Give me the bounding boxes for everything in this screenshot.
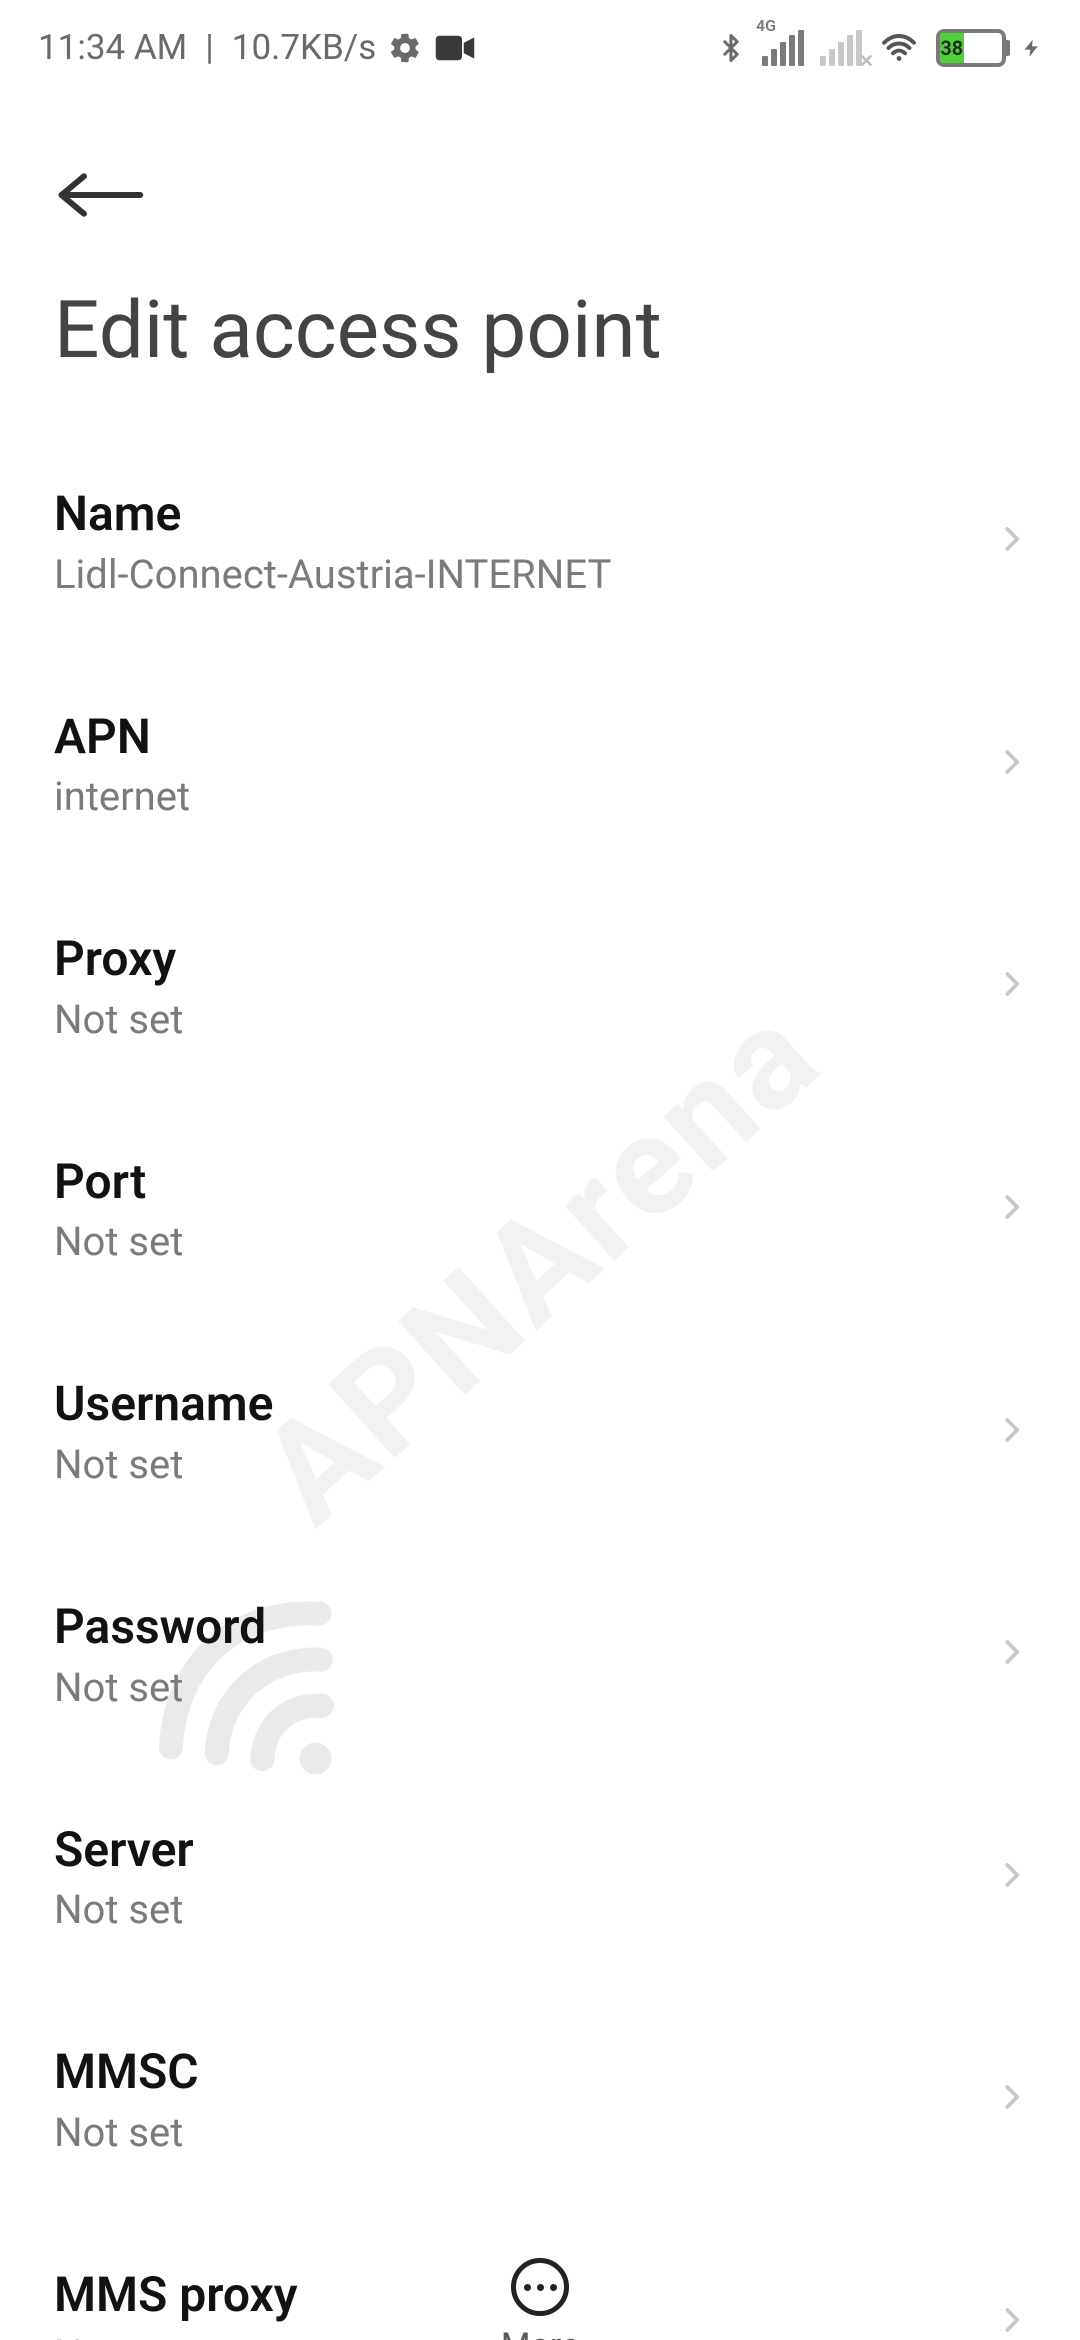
row-mmsc[interactable]: MMSC Not set (54, 2003, 1026, 2206)
battery-indicator: 38 (936, 29, 1006, 67)
chevron-right-icon (996, 2075, 1026, 2123)
signal-sim2: ✕ (820, 30, 862, 66)
settings-list: Name Lidl-Connect-Austria-INTERNET APN i… (0, 445, 1080, 2340)
row-value: Not set (54, 1441, 972, 1488)
row-value: Not set (54, 2109, 972, 2156)
status-network-speed: 10.7KB/s (232, 27, 377, 68)
chevron-right-icon (996, 1853, 1026, 1901)
chevron-right-icon (996, 962, 1026, 1010)
battery-percent: 38 (940, 33, 964, 63)
row-value: internet (54, 773, 972, 820)
row-value: Not set (54, 1886, 972, 1933)
row-label: Name (54, 485, 972, 543)
row-label: Password (54, 1598, 972, 1656)
bluetooth-icon (716, 28, 746, 68)
arrow-left-icon (54, 165, 144, 225)
signal-no-sim-icon: ✕ (859, 51, 874, 72)
row-password[interactable]: Password Not set (54, 1558, 1026, 1761)
more-label: More (501, 2326, 579, 2340)
camera-icon (434, 33, 476, 63)
row-label: Proxy (54, 930, 972, 988)
chevron-right-icon (996, 740, 1026, 788)
row-name[interactable]: Name Lidl-Connect-Austria-INTERNET (54, 445, 1026, 648)
chevron-right-icon (996, 1185, 1026, 1233)
row-label: Server (54, 1821, 972, 1879)
row-username[interactable]: Username Not set (54, 1335, 1026, 1538)
signal-sim1: 4G (762, 30, 804, 66)
row-proxy[interactable]: Proxy Not set (54, 890, 1026, 1093)
row-apn[interactable]: APN internet (54, 668, 1026, 871)
row-label: MMSC (54, 2043, 972, 2101)
row-label: Username (54, 1375, 972, 1433)
row-label: APN (54, 708, 972, 766)
row-server[interactable]: Server Not set (54, 1781, 1026, 1984)
wifi-icon (878, 30, 920, 66)
page-title: Edit access point (0, 255, 1080, 445)
row-port[interactable]: Port Not set (54, 1113, 1026, 1316)
chevron-right-icon (996, 1630, 1026, 1678)
row-value: Not set (54, 1218, 972, 1265)
status-bar: 11:34 AM | 10.7KB/s 4G ✕ 38 (0, 0, 1080, 95)
chevron-right-icon (996, 1408, 1026, 1456)
status-time: 11:34 AM (38, 27, 187, 68)
more-button[interactable]: More (0, 2258, 1080, 2340)
chevron-right-icon (996, 517, 1026, 565)
row-value: Not set (54, 1664, 972, 1711)
charging-icon (1022, 29, 1042, 67)
status-separator: | (205, 27, 214, 68)
row-label: Port (54, 1153, 972, 1211)
row-value: Lidl-Connect-Austria-INTERNET (54, 551, 972, 598)
more-icon (511, 2258, 569, 2316)
back-button[interactable] (54, 155, 164, 235)
gear-icon (388, 31, 422, 65)
signal-net-label: 4G (756, 16, 776, 35)
row-value: Not set (54, 996, 972, 1043)
